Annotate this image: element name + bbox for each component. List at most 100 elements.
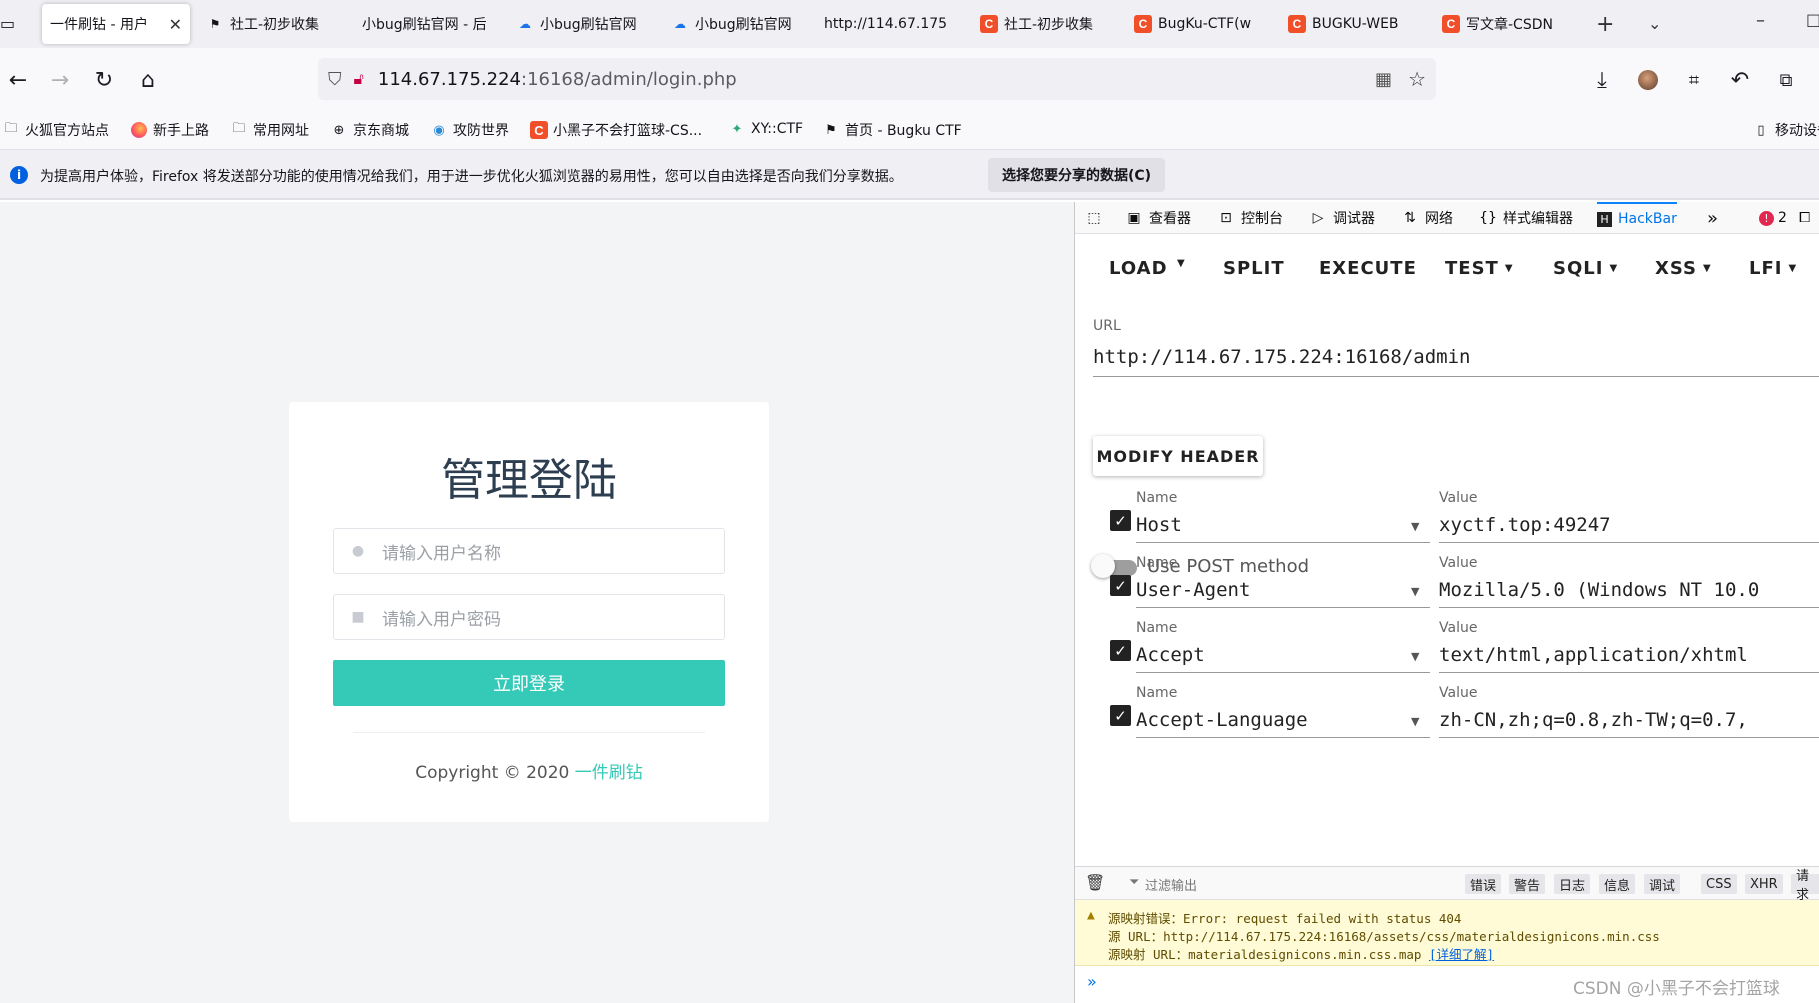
tab-5[interactable]: http://114.67.175. <box>816 4 956 44</box>
filter-requests[interactable]: 请求 <box>1791 869 1819 903</box>
folder-icon: 🗀︎ <box>4 121 18 136</box>
username-input[interactable]: ● 请输入用户名称 <box>333 528 725 574</box>
tab-style-editor[interactable]: {} 样式编辑器 <box>1479 202 1573 234</box>
tab-overview-icon[interactable]: ▭ <box>0 14 22 34</box>
console-prompt-icon[interactable]: » <box>1087 972 1097 991</box>
tab-1[interactable]: ⚑ 社工-初步收集 <box>198 4 338 44</box>
shield-icon[interactable]: ⛉ <box>328 69 342 90</box>
qr-code-icon[interactable]: ▦ <box>1375 69 1392 90</box>
tab-console[interactable]: ⊡ 控制台 <box>1217 202 1283 234</box>
new-tab-icon[interactable]: + <box>1596 12 1614 37</box>
header-checkbox[interactable]: ✓ <box>1110 510 1131 531</box>
dock-icon[interactable]: ⧠ <box>1799 202 1810 234</box>
split-button[interactable]: SPLIT <box>1223 258 1285 279</box>
header-value-input[interactable]: text/html,application/xhtml <box>1439 644 1819 666</box>
test-menu[interactable]: TEST ▼ <box>1445 258 1514 279</box>
header-checkbox[interactable]: ✓ <box>1110 705 1131 726</box>
modify-header-button[interactable]: MODIFY HEADER <box>1093 436 1263 476</box>
more-tabs-icon[interactable]: » <box>1707 202 1718 234</box>
warning-line-2: 源 URL：http://114.67.175.224:16168/assets… <box>1108 929 1660 944</box>
tab-8[interactable]: C BUGKU-WEB <box>1280 4 1420 44</box>
tab-network[interactable]: ⇅ 网络 <box>1401 202 1453 234</box>
tab-hackbar[interactable]: H HackBar <box>1597 202 1677 234</box>
tab-9[interactable]: C 写文章-CSDN <box>1434 4 1574 44</box>
caret-down-icon[interactable]: ▼ <box>1411 520 1419 533</box>
caret-down-icon[interactable]: ▼ <box>1411 715 1419 728</box>
execute-button[interactable]: EXECUTE <box>1319 258 1417 279</box>
header-name-input[interactable]: Host <box>1136 514 1406 536</box>
filter-info[interactable]: 信息 <box>1599 874 1636 894</box>
load-button[interactable]: LOAD <box>1109 258 1168 279</box>
chevron-down-icon[interactable]: ⌄ <box>1648 14 1661 33</box>
braces-icon: {} <box>1479 210 1497 226</box>
brand-link[interactable]: 一件刷钻 <box>575 763 643 783</box>
tab-label: 网络 <box>1425 211 1453 227</box>
header-name-input[interactable]: User-Agent <box>1136 579 1406 601</box>
home-icon[interactable]: ⌂ <box>130 62 166 98</box>
bookmark-7[interactable]: ⚑ 首页 - Bugku CTF <box>822 120 962 140</box>
filter-css[interactable]: CSS <box>1701 874 1737 894</box>
filter-debug[interactable]: 调试 <box>1644 874 1681 894</box>
tab-label: 社工-初步收集 <box>230 17 320 33</box>
tab-6[interactable]: C 社工-初步收集 <box>972 4 1112 44</box>
minimize-icon[interactable]: – <box>1756 10 1765 31</box>
sqli-menu[interactable]: SQLI ▼ <box>1553 258 1618 279</box>
bookmark-4[interactable]: ◉ 攻防世界 <box>430 120 509 140</box>
mobile-bookmarks[interactable]: ▯ 移动设备 <box>1752 120 1819 140</box>
share-data-button[interactable]: 选择您要分享的数据(C) <box>988 158 1166 192</box>
url-bar[interactable]: ⛉ 🔓︎ 114.67.175.224:16168/admin/login.ph… <box>318 58 1436 100</box>
tab-inspector[interactable]: ▣ 查看器 <box>1125 202 1191 234</box>
filter-logs[interactable]: 日志 <box>1554 874 1591 894</box>
insecure-lock-icon[interactable]: 🔓︎ <box>354 69 364 89</box>
tab-4[interactable]: ☁ 小bug刷钻官网 <box>663 4 803 44</box>
caret-down-icon[interactable]: ▼ <box>1411 650 1419 663</box>
bookmark-0[interactable]: 🗀︎ 火狐官方站点 <box>2 120 109 140</box>
header-value-input[interactable]: Mozilla/5.0 (Windows NT 10.0 <box>1439 579 1819 601</box>
tab-3[interactable]: ☁ 小bug刷钻官网 <box>508 4 648 44</box>
star-icon[interactable]: ☆ <box>1408 67 1426 91</box>
password-input[interactable]: ■ 请输入用户密码 <box>333 594 725 640</box>
header-value-input[interactable]: zh-CN,zh;q=0.8,zh-TW;q=0.7, <box>1439 709 1819 731</box>
undo-icon[interactable]: ↶ <box>1722 62 1758 98</box>
trash-icon[interactable]: 🗑︎ <box>1085 873 1105 892</box>
filter-errors[interactable]: 错误 <box>1465 874 1502 894</box>
caret-down-icon: ▼ <box>1504 263 1514 274</box>
learn-more-link[interactable]: [详细了解] <box>1429 947 1494 962</box>
header-name-input[interactable]: Accept <box>1136 644 1406 666</box>
screenshot-crop-icon[interactable]: ⌗ <box>1676 62 1712 98</box>
bookmark-1[interactable]: 新手上路 <box>130 120 209 140</box>
bookmark-label: 攻防世界 <box>453 123 509 139</box>
header-value-input[interactable]: xyctf.top:49247 <box>1439 514 1819 536</box>
bookmark-5[interactable]: C 小黑子不会打篮球-CS... <box>530 120 702 140</box>
load-dropdown-icon[interactable]: ▼ <box>1171 258 1186 269</box>
back-icon[interactable]: ← <box>0 62 36 98</box>
tab-7[interactable]: C BugKu-CTF(w <box>1126 4 1266 44</box>
header-checkbox[interactable]: ✓ <box>1110 640 1131 661</box>
tab-0[interactable]: 一件刷钻 - 用户 ✕ <box>42 4 190 44</box>
caret-down-icon[interactable]: ▼ <box>1411 585 1419 598</box>
element-picker-icon[interactable]: ⬚ <box>1085 202 1109 234</box>
filter-warnings[interactable]: 警告 <box>1509 874 1546 894</box>
reload-icon[interactable]: ↻ <box>86 62 122 98</box>
close-tab-icon[interactable]: ✕ <box>165 15 182 34</box>
lfi-menu[interactable]: LFI ▼ <box>1749 258 1797 279</box>
header-name-input[interactable]: Accept-Language <box>1136 709 1406 731</box>
header-checkbox[interactable]: ✓ <box>1110 575 1131 596</box>
xss-menu[interactable]: XSS ▼ <box>1655 258 1712 279</box>
filter-xhr[interactable]: XHR <box>1745 874 1783 894</box>
maximize-icon[interactable]: □ <box>1806 10 1819 29</box>
avatar[interactable] <box>1630 62 1666 98</box>
forward-icon[interactable]: → <box>42 62 78 98</box>
extensions-icon[interactable]: ⧉ <box>1768 62 1804 98</box>
url-input[interactable]: http://114.67.175.224:16168/admin <box>1093 346 1813 368</box>
filter-output-input[interactable]: 过滤输出 <box>1145 875 1197 894</box>
tab-2[interactable]: 小bug刷钻官网 - 后 <box>354 4 494 44</box>
bookmark-3[interactable]: ⊕ 京东商城 <box>330 120 409 140</box>
download-icon[interactable]: ⤓ <box>1584 62 1620 98</box>
tab-debugger[interactable]: ▷ 调试器 <box>1309 202 1375 234</box>
header-row: ✓ Name User-Agent ▼ Value Mozilla/5.0 (W… <box>1075 551 1819 617</box>
bookmark-6[interactable]: ✦ XY::CTF <box>728 120 804 138</box>
error-badge[interactable]: ! 2 <box>1759 202 1787 234</box>
login-button[interactable]: 立即登录 <box>333 660 725 706</box>
bookmark-2[interactable]: 🗀︎ 常用网址 <box>230 120 309 140</box>
